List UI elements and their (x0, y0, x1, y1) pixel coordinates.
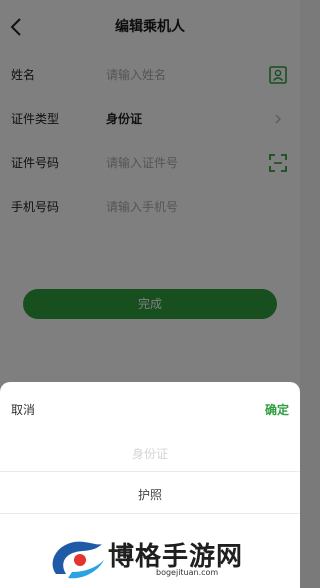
watermark-url: bogejituan.com (156, 568, 219, 577)
cancel-button[interactable]: 取消 (11, 401, 35, 418)
picker-option[interactable]: 护照 (0, 486, 300, 503)
watermark-logo: 博格手游网 bogejituan.com (46, 534, 296, 584)
confirm-button[interactable]: 确定 (265, 401, 289, 418)
picker-indicator-bottom (0, 513, 300, 514)
picker-option[interactable]: 身份证 (0, 445, 300, 462)
picker-indicator-top (0, 471, 300, 472)
logo-swoosh-icon (52, 541, 104, 579)
